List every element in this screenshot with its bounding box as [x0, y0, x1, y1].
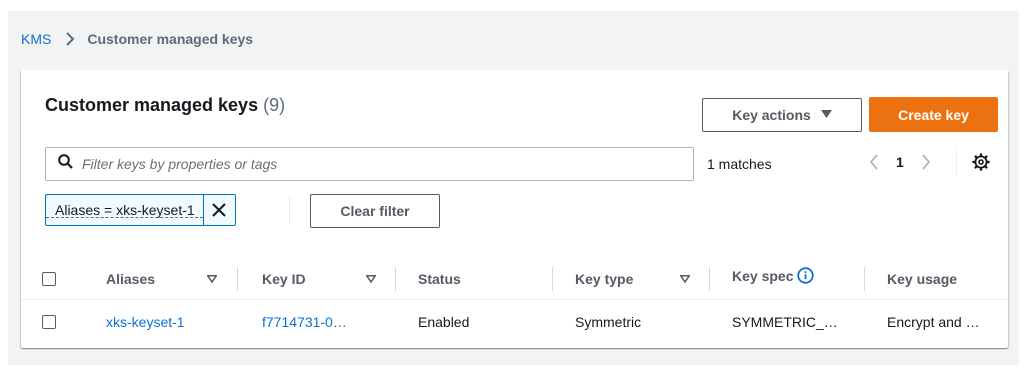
create-key-button[interactable]: Create key — [869, 97, 998, 132]
info-icon[interactable] — [797, 267, 815, 284]
row-select-cell — [42, 300, 56, 344]
clear-filter-button[interactable]: Clear filter — [310, 194, 440, 228]
gear-icon[interactable] — [972, 153, 990, 171]
column-divider[interactable] — [552, 267, 553, 291]
column-header-key-type[interactable]: Key type — [575, 258, 633, 299]
search-icon — [58, 154, 73, 174]
breadcrumb-current: Customer managed keys — [87, 31, 254, 47]
column-header-key-id[interactable]: Key ID — [262, 258, 306, 299]
key-actions-button[interactable]: Key actions — [702, 98, 862, 132]
sort-down-icon[interactable] — [366, 258, 376, 299]
key-spec-label: Key spec — [732, 267, 794, 284]
column-divider[interactable] — [237, 267, 238, 291]
close-icon[interactable] — [202, 195, 235, 225]
status-cell: Enabled — [418, 314, 470, 330]
page-title: Customer managed keys (9) — [45, 95, 285, 116]
sort-down-icon[interactable] — [207, 258, 217, 299]
breadcrumb: KMS Customer managed keys — [21, 31, 253, 47]
page-background: KMS Customer managed keys Customer manag… — [8, 11, 1019, 365]
next-page-icon[interactable] — [921, 154, 931, 170]
key-usage-cell: Encrypt and … — [887, 314, 980, 330]
matches-count: 1 matches — [707, 156, 772, 172]
key-count: (9) — [263, 95, 286, 115]
filter-token-label[interactable]: Aliases = xks-keyset-1 — [46, 202, 203, 218]
select-all-cell — [42, 258, 56, 299]
filter-token: Aliases = xks-keyset-1 — [45, 194, 236, 226]
current-page-number[interactable]: 1 — [896, 154, 904, 170]
previous-page-icon[interactable] — [869, 154, 879, 170]
row-checkbox[interactable] — [42, 315, 56, 329]
chevron-right-icon — [65, 32, 75, 46]
search-input[interactable]: Filter keys by properties or tags — [45, 147, 694, 181]
key-spec-cell: SYMMETRIC_… — [732, 314, 838, 330]
sort-down-icon[interactable] — [680, 258, 690, 299]
column-divider[interactable] — [864, 267, 865, 291]
pager-divider — [956, 150, 957, 176]
key-id-link[interactable]: f7714731-0… — [262, 300, 347, 344]
panel-title-text: Customer managed keys — [45, 95, 259, 115]
breadcrumb-kms-link[interactable]: KMS — [21, 31, 51, 47]
search-placeholder: Filter keys by properties or tags — [82, 156, 278, 172]
alias-link[interactable]: xks-keyset-1 — [106, 300, 185, 344]
column-divider[interactable] — [709, 267, 710, 291]
select-all-checkbox[interactable] — [42, 271, 56, 286]
column-divider[interactable] — [395, 267, 396, 291]
column-header-key-spec: Key spec — [732, 255, 815, 296]
caret-down-icon — [820, 109, 832, 121]
key-type-cell: Symmetric — [575, 314, 642, 330]
pagination: 1 — [869, 154, 931, 170]
filter-divider — [289, 196, 290, 224]
column-header-aliases[interactable]: Aliases — [106, 258, 155, 299]
column-header-key-usage: Key usage — [887, 270, 958, 287]
table-header-row: Aliases Key ID Status Key type Key spec … — [21, 258, 1008, 300]
table-row: xks-keyset-1 f7714731-0… Enabled Symmetr… — [21, 300, 1008, 344]
keys-panel: Customer managed keys (9) Key actions Cr… — [21, 70, 1008, 348]
key-actions-label: Key actions — [732, 107, 811, 123]
column-header-status: Status — [418, 270, 461, 287]
